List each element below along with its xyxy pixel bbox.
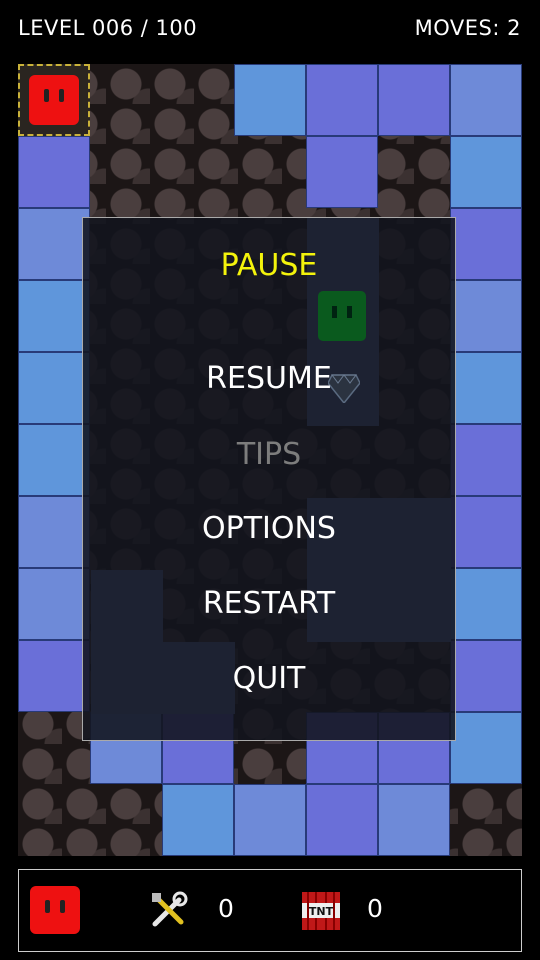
tips-button[interactable]: TIPS <box>83 437 455 472</box>
player-avatar-icon <box>30 886 80 934</box>
floor-tile[interactable] <box>378 64 450 136</box>
tnt-count: 0 <box>367 894 383 923</box>
resume-button[interactable]: RESUME <box>83 361 455 396</box>
floor-tile[interactable] <box>18 280 90 352</box>
floor-tile[interactable] <box>234 64 306 136</box>
floor-tile[interactable] <box>306 64 378 136</box>
moves-counter: MOVES: 2 <box>414 16 521 40</box>
floor-tile[interactable] <box>450 640 522 712</box>
floor-tile[interactable] <box>18 136 90 208</box>
restart-button[interactable]: RESTART <box>83 586 455 621</box>
floor-tile[interactable] <box>18 208 90 280</box>
floor-tile[interactable] <box>450 208 522 280</box>
tnt-label: TNT <box>309 905 334 918</box>
floor-tile[interactable] <box>450 712 522 784</box>
floor-tile[interactable] <box>18 568 90 640</box>
tools-icon[interactable] <box>149 890 189 930</box>
floor-tile[interactable] <box>450 64 522 136</box>
floor-tile[interactable] <box>450 352 522 424</box>
level-indicator: LEVEL 006 / 100 <box>18 16 198 40</box>
floor-tile[interactable] <box>18 496 90 568</box>
pause-title: PAUSE <box>220 248 318 283</box>
floor-tile[interactable] <box>450 280 522 352</box>
floor-tile[interactable] <box>450 136 522 208</box>
floor-tile[interactable] <box>18 352 90 424</box>
floor-tile[interactable] <box>306 784 378 856</box>
floor-tile[interactable] <box>450 568 522 640</box>
floor-tile[interactable] <box>18 640 90 712</box>
floor-tile[interactable] <box>162 784 234 856</box>
tnt-icon[interactable]: TNT <box>300 890 342 932</box>
floor-tile[interactable] <box>234 784 306 856</box>
options-button[interactable]: OPTIONS <box>83 511 455 546</box>
floor-tile[interactable] <box>306 136 378 208</box>
inventory-bar: 0 TNT 0 <box>18 869 522 952</box>
pause-menu: PAUSE RESUME TIPS OPTIONS RESTART QUIT <box>82 217 456 741</box>
floor-tile[interactable] <box>18 424 90 496</box>
quit-button[interactable]: QUIT <box>83 661 455 696</box>
tools-count: 0 <box>218 894 234 923</box>
goal-block <box>318 291 366 341</box>
player-block[interactable] <box>29 75 79 125</box>
floor-tile[interactable] <box>450 424 522 496</box>
floor-tile[interactable] <box>450 496 522 568</box>
floor-tile[interactable] <box>378 784 450 856</box>
hud-bar: LEVEL 006 / 100 MOVES: 2 <box>0 0 540 62</box>
